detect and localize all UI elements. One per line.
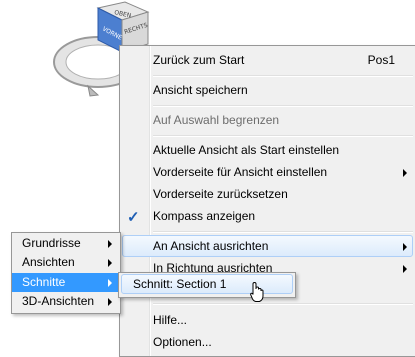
menu-separator <box>153 231 413 233</box>
menu-item-label: Optionen... <box>153 335 212 349</box>
submenu-arrow-icon <box>108 298 112 306</box>
menu-item-label: Vorderseite für Ansicht einstellen <box>153 165 328 179</box>
menu-item-label: Ansicht speichern <box>153 83 248 97</box>
submenu-arrow-icon <box>108 240 112 248</box>
submenu-item-schnitt-section-1[interactable]: Schnitt: Section 1 <box>119 273 295 295</box>
menu-separator <box>153 135 413 137</box>
menu-item-kompass-anzeigen[interactable]: ✓ Kompass anzeigen <box>120 205 415 227</box>
menu-item-label: Schnitte <box>22 275 66 289</box>
menu-item-label: Zurück zum Start <box>153 53 245 67</box>
menu-item-start-einstellen[interactable]: Aktuelle Ansicht als Start einstellen <box>120 139 415 161</box>
menu-item-optionen[interactable]: Optionen... <box>120 331 415 353</box>
menu-item-an-ansicht-ausrichten[interactable]: An Ansicht ausrichten <box>120 235 415 257</box>
menu-separator <box>153 105 413 107</box>
menu-separator <box>153 75 413 77</box>
menu-item-label: Kompass anzeigen <box>153 209 256 223</box>
menu-item-label: Hilfe... <box>153 313 188 327</box>
menu-item-ansicht-speichern[interactable]: Ansicht speichern <box>120 79 415 101</box>
menu-item-vorderseite-einstellen[interactable]: Vorderseite für Ansicht einstellen <box>120 161 415 183</box>
mouse-cursor-icon <box>250 282 264 302</box>
view-type-submenu: Grundrisse Ansichten Schnitte 3D-Ansicht… <box>11 232 121 314</box>
menu-item-label: Ansichten <box>22 255 75 269</box>
submenu-arrow-icon <box>403 169 407 177</box>
submenu-arrow-icon <box>403 243 407 251</box>
submenu-arrow-icon <box>403 265 407 273</box>
submenu-item-schnitte[interactable]: Schnitte <box>12 273 120 292</box>
menu-item-label: Aktuelle Ansicht als Start einstellen <box>153 143 340 157</box>
menu-item-zurueck-zum-start[interactable]: Zurück zum Start Pos1 <box>120 49 415 71</box>
sections-submenu: Schnitt: Section 1 <box>118 272 296 298</box>
submenu-item-grundrisse[interactable]: Grundrisse <box>12 234 120 253</box>
menu-item-label: Schnitt: Section 1 <box>133 277 227 291</box>
shortcut-label: Pos1 <box>367 53 395 67</box>
context-menu: Zurück zum Start Pos1 Ansicht speichern … <box>119 45 415 357</box>
submenu-item-ansichten[interactable]: Ansichten <box>12 253 120 272</box>
submenu-item-3d-ansichten[interactable]: 3D-Ansichten <box>12 292 120 311</box>
menu-item-hilfe[interactable]: Hilfe... <box>120 309 415 331</box>
menu-separator <box>153 303 413 305</box>
menu-item-label: Vorderseite zurücksetzen <box>153 187 288 201</box>
checkmark-icon: ✓ <box>127 209 140 226</box>
submenu-arrow-icon <box>108 279 112 287</box>
menu-item-vorderseite-zuruecksetzen[interactable]: Vorderseite zurücksetzen <box>120 183 415 205</box>
menu-item-label: Auf Auswahl begrenzen <box>153 113 280 127</box>
submenu-arrow-icon <box>108 259 112 267</box>
menu-item-auf-auswahl-begrenzen[interactable]: Auf Auswahl begrenzen <box>120 109 415 131</box>
menu-item-label: An Ansicht ausrichten <box>153 239 269 253</box>
menu-item-label: 3D-Ansichten <box>22 294 95 308</box>
menu-item-label: Grundrisse <box>22 236 81 250</box>
